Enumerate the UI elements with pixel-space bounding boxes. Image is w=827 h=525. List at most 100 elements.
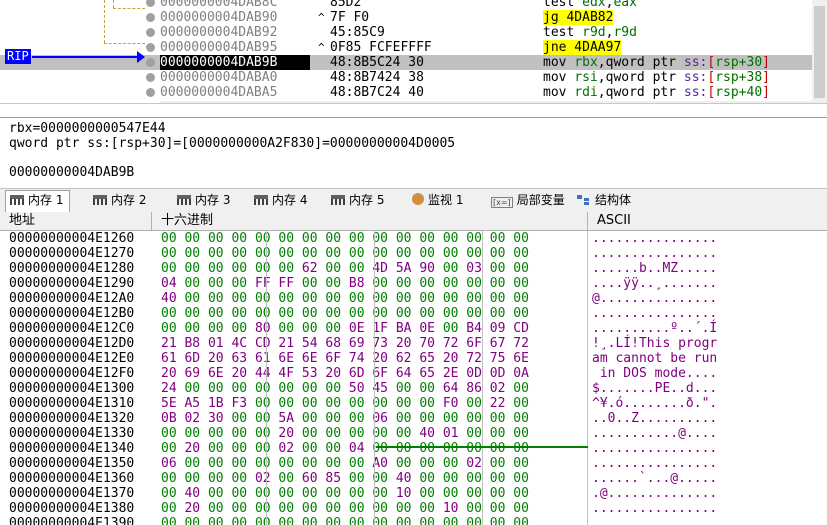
hex-byte[interactable]: 06: [161, 456, 177, 471]
dump-row[interactable]: 00000000004E12B0 00 00 00 00 00 00 00 00 …: [0, 306, 827, 321]
hex-byte[interactable]: B8: [349, 276, 365, 291]
hex-byte[interactable]: 00: [208, 381, 224, 396]
dump-ascii[interactable]: .@..............: [592, 486, 717, 501]
dump-ascii[interactable]: $.......PE..d...: [592, 381, 717, 396]
dump-hex-bytes[interactable]: 24 00 00 00 00 00 00 00 50 45 00 00 64 8…: [161, 381, 529, 396]
hex-byte[interactable]: 00: [208, 486, 224, 501]
hex-byte[interactable]: 4C: [231, 336, 247, 351]
hex-byte[interactable]: 00: [443, 411, 459, 426]
hex-byte[interactable]: 6D: [184, 351, 200, 366]
hex-byte[interactable]: 00: [443, 516, 459, 525]
hex-byte[interactable]: 00: [490, 426, 506, 441]
hex-byte[interactable]: 65: [419, 366, 435, 381]
hex-byte[interactable]: 00: [161, 501, 177, 516]
dump-address[interactable]: 00000000004E12C0: [9, 321, 134, 336]
hex-byte[interactable]: 00: [278, 471, 294, 486]
breakpoint-dot-icon[interactable]: [146, 58, 155, 67]
hex-byte[interactable]: 04: [161, 276, 177, 291]
hex-byte[interactable]: 00: [255, 486, 271, 501]
hex-byte[interactable]: B4: [466, 321, 482, 336]
hex-byte[interactable]: 00: [349, 411, 365, 426]
dump-hex-bytes[interactable]: 5E A5 1B F3 00 00 00 00 00 00 00 00 F0 0…: [161, 396, 529, 411]
hex-byte[interactable]: 5A: [396, 261, 412, 276]
hex-byte[interactable]: 00: [184, 471, 200, 486]
dump-hex-bytes[interactable]: 0B 02 30 00 00 5A 00 00 00 06 00 00 00 0…: [161, 411, 529, 426]
hex-byte[interactable]: 03: [466, 261, 482, 276]
breakpoint-dot-icon[interactable]: [146, 103, 155, 104]
hex-byte[interactable]: 00: [231, 516, 247, 525]
hex-byte[interactable]: 00: [208, 246, 224, 261]
hex-byte[interactable]: 02: [278, 441, 294, 456]
hex-byte[interactable]: 63: [231, 351, 247, 366]
hex-byte[interactable]: 00: [278, 516, 294, 525]
dump-hex-bytes[interactable]: 00 00 00 00 00 20 00 00 00 00 00 40 01 0…: [161, 426, 529, 441]
dump-ascii[interactable]: ......`...@.....: [592, 471, 717, 486]
hex-byte[interactable]: 00: [255, 306, 271, 321]
hex-byte[interactable]: 00: [513, 471, 529, 486]
hex-byte[interactable]: 00: [161, 426, 177, 441]
hex-byte[interactable]: 00: [443, 306, 459, 321]
dump-row[interactable]: 00000000004E12E0 61 6D 20 63 61 6E 6E 6F …: [0, 351, 827, 366]
dump-hex-bytes[interactable]: 00 40 00 00 00 00 00 00 00 00 10 00 00 0…: [161, 486, 529, 501]
dump-hex-bytes[interactable]: 61 6D 20 63 61 6E 6E 6F 74 20 62 65 20 7…: [161, 351, 529, 366]
dump-row[interactable]: 00000000004E1320 0B 02 30 00 00 5A 00 00 …: [0, 411, 827, 426]
hex-byte[interactable]: 00: [443, 291, 459, 306]
dump-row[interactable]: 00000000004E12C0 00 00 00 00 80 00 00 00 …: [0, 321, 827, 336]
hex-byte[interactable]: 00: [161, 441, 177, 456]
dump-ascii[interactable]: am cannot be run: [592, 351, 717, 366]
hex-byte[interactable]: 00: [231, 426, 247, 441]
dump-address[interactable]: 00000000004E1370: [9, 486, 134, 501]
hex-byte[interactable]: 6E: [278, 351, 294, 366]
hex-byte[interactable]: 00: [490, 291, 506, 306]
hex-byte[interactable]: 00: [490, 231, 506, 246]
hex-byte[interactable]: 00: [255, 501, 271, 516]
dump-hex-bytes[interactable]: 40 00 00 00 00 00 00 00 00 00 00 00 00 0…: [161, 291, 529, 306]
hex-byte[interactable]: 6E: [208, 366, 224, 381]
hex-byte[interactable]: B8: [184, 336, 200, 351]
dump-address[interactable]: 00000000004E1390: [9, 516, 134, 525]
hex-byte[interactable]: 60: [302, 471, 318, 486]
hex-byte[interactable]: 00: [302, 291, 318, 306]
hex-byte[interactable]: 00: [490, 486, 506, 501]
hex-byte[interactable]: 00: [513, 456, 529, 471]
hex-byte[interactable]: 00: [419, 306, 435, 321]
hex-byte[interactable]: 00: [302, 306, 318, 321]
hex-byte[interactable]: 90: [419, 261, 435, 276]
dump-ascii[interactable]: ......b..MZ.....: [592, 261, 717, 276]
hex-byte[interactable]: 00: [325, 426, 341, 441]
hex-byte[interactable]: 20: [208, 351, 224, 366]
dump-address[interactable]: 00000000004E1270: [9, 246, 134, 261]
hex-byte[interactable]: 00: [466, 426, 482, 441]
hex-byte[interactable]: 0D: [466, 366, 482, 381]
hex-byte[interactable]: 00: [161, 321, 177, 336]
breakpoint-dot-icon[interactable]: [146, 43, 155, 52]
hex-byte[interactable]: 20: [325, 366, 341, 381]
dump-hex-bytes[interactable]: 00 00 00 00 00 00 00 00 00 00 00 00 00 0…: [161, 306, 529, 321]
hex-byte[interactable]: 00: [419, 501, 435, 516]
hex-byte[interactable]: 00: [255, 441, 271, 456]
dump-hex-bytes[interactable]: 06 00 00 00 00 00 00 00 00 A0 00 00 00 0…: [161, 456, 529, 471]
hex-byte[interactable]: 00: [349, 486, 365, 501]
hex-byte[interactable]: 0D: [490, 366, 506, 381]
hex-byte[interactable]: 00: [396, 231, 412, 246]
hex-byte[interactable]: 00: [443, 471, 459, 486]
hex-byte[interactable]: 30: [208, 411, 224, 426]
hex-byte[interactable]: 00: [396, 246, 412, 261]
dump-ascii[interactable]: ................: [592, 441, 717, 456]
hex-byte[interactable]: 00: [231, 441, 247, 456]
hex-byte[interactable]: 68: [325, 336, 341, 351]
header-hex[interactable]: 十六进制: [152, 212, 588, 230]
hex-byte[interactable]: 00: [466, 471, 482, 486]
hex-byte[interactable]: 00: [325, 486, 341, 501]
hex-byte[interactable]: 54: [302, 336, 318, 351]
header-ascii[interactable]: ASCII: [588, 212, 827, 230]
hex-byte[interactable]: 6E: [513, 351, 529, 366]
hex-byte[interactable]: 00: [419, 291, 435, 306]
hex-byte[interactable]: 00: [325, 261, 341, 276]
hex-byte[interactable]: 00: [231, 456, 247, 471]
hex-byte[interactable]: 61: [161, 351, 177, 366]
hex-byte[interactable]: 00: [513, 381, 529, 396]
tab-1[interactable]: 内存 1: [5, 190, 71, 213]
hex-byte[interactable]: 00: [349, 396, 365, 411]
dump-row[interactable]: 00000000004E1380 00 20 00 00 00 00 00 00 …: [0, 501, 827, 516]
